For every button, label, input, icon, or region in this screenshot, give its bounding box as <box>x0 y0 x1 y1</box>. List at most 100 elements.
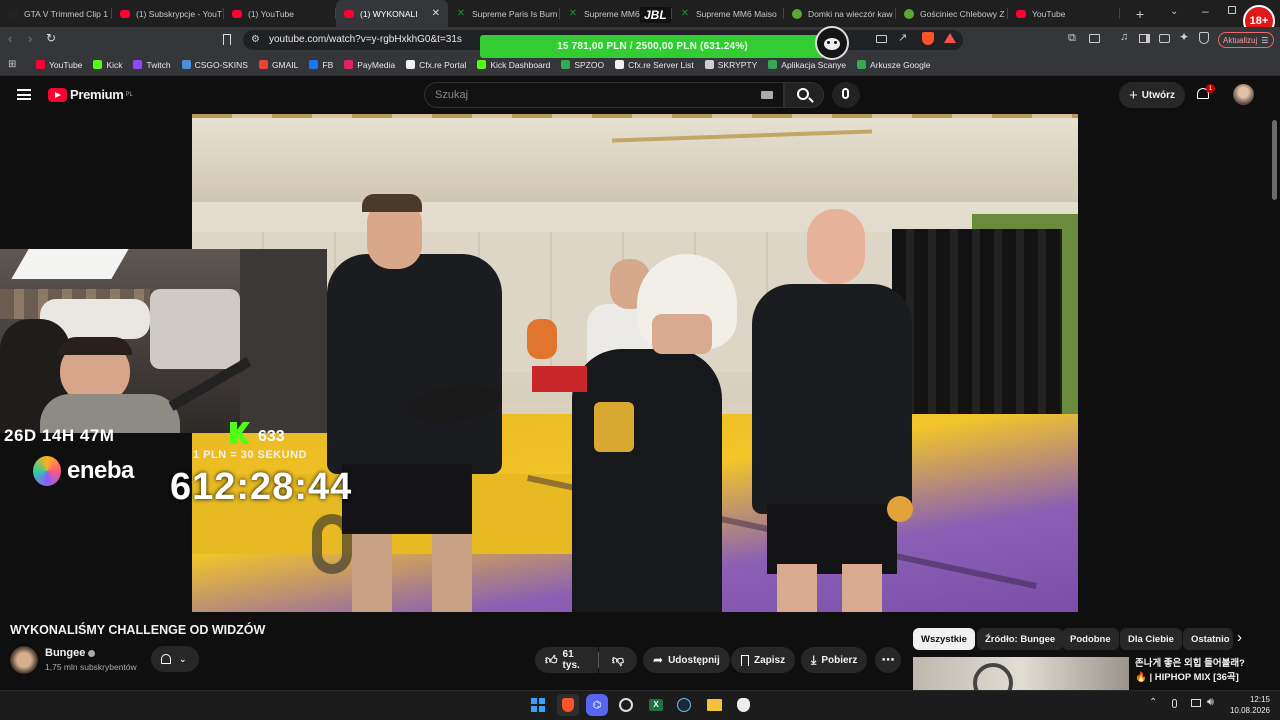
tray-microphone-icon[interactable] <box>1172 699 1177 708</box>
browser-tab[interactable]: (1) Subskrypcje - YouT <box>112 0 224 27</box>
sidebar-icon[interactable] <box>1139 34 1150 43</box>
more-actions-button[interactable]: ⋯ <box>875 647 901 673</box>
share-icon: ➦ <box>653 653 664 667</box>
update-button[interactable]: Aktualizuj ☰ <box>1218 32 1274 48</box>
chips-next-icon[interactable]: › <box>1237 629 1242 646</box>
bookmark-item[interactable]: GMAIL <box>258 60 298 70</box>
bookmark-label: Cfx.re Server List <box>628 59 694 70</box>
youtube-icon <box>1016 9 1026 18</box>
brave-shield-icon[interactable] <box>922 32 934 45</box>
youtube-logo[interactable]: Premium PL <box>48 87 133 102</box>
browser-tab[interactable]: ✕ Supreme MM6 Maiso <box>672 0 784 27</box>
filter-chip[interactable]: Dla Ciebie <box>1120 628 1182 650</box>
sidebar-video-thumbnail[interactable] <box>913 657 1129 690</box>
browser-tab[interactable]: Gościniec Chlebowy Z <box>896 0 1008 27</box>
close-tab-icon[interactable]: ✕ <box>432 8 440 19</box>
bookmark-item[interactable]: SKRYPTY <box>704 60 757 70</box>
tray-expand-icon[interactable]: ⌃ <box>1149 697 1157 708</box>
bookmark-favicon-icon <box>93 60 103 69</box>
bookmark-item[interactable]: Twitch <box>133 60 171 70</box>
filter-chip[interactable]: Wszystkie <box>913 628 975 650</box>
filter-chip[interactable]: Ostatnio <box>1183 628 1233 650</box>
download-icon: ⤓ <box>811 652 817 667</box>
leo-ai-icon[interactable]: ✦ <box>1179 30 1189 44</box>
keyboard-icon[interactable] <box>761 91 773 99</box>
channel-name[interactable]: Bungee <box>45 647 96 659</box>
countdown-timer-days: 26D 14H 47M <box>4 426 115 445</box>
voice-search-button[interactable] <box>832 82 860 108</box>
browser-tab[interactable]: YouTube <box>1008 0 1120 27</box>
dislike-button[interactable]: 👎︎ <box>599 647 637 673</box>
browser-tab[interactable]: (1) YouTube <box>224 0 336 27</box>
sidebar-video-title[interactable]: 존나게 좋은 외힙 들어볼래? 🔥 | HIPHOP MIX [36곡] <box>1135 657 1275 685</box>
bookmark-favicon-icon <box>477 60 487 69</box>
apps-grid-icon[interactable]: ⊞ <box>8 59 16 70</box>
restore-icon[interactable] <box>1228 6 1236 14</box>
bookmark-item[interactable]: PayMedia <box>344 60 395 70</box>
filter-chip[interactable]: Źródło: Bungee <box>977 628 1064 650</box>
bookmark-label: Cfx.re Portal <box>419 59 467 70</box>
extensions-icon[interactable]: ⧉ <box>1068 32 1076 45</box>
menu-icon[interactable] <box>17 89 31 100</box>
browser-tab[interactable]: (1) WYKONALI ✕ <box>336 0 448 27</box>
app-mascot-icon[interactable] <box>732 694 754 716</box>
forward-icon[interactable]: › <box>28 31 32 46</box>
tray-volume-icon[interactable]: 🔊︎ <box>1207 696 1214 709</box>
excel-icon[interactable]: X <box>645 694 667 716</box>
site-info-icon[interactable]: ⚙ <box>251 30 260 50</box>
taskbar-clock[interactable]: 12:15 10.08.2026 <box>1218 694 1270 716</box>
obs-icon[interactable] <box>615 694 637 716</box>
steam-icon[interactable] <box>673 694 695 716</box>
streamer-webcam <box>0 249 327 433</box>
bookmark-item[interactable]: Arkusze Google <box>857 60 931 70</box>
wallet-icon[interactable] <box>1159 34 1170 43</box>
avatar[interactable] <box>1233 84 1254 105</box>
screenshot-icon[interactable] <box>1089 34 1100 43</box>
bookmark-item[interactable]: FB <box>309 60 333 70</box>
tab-label: Gościniec Chlebowy Z <box>920 8 1005 19</box>
channel-avatar[interactable] <box>10 646 38 674</box>
minimize-icon[interactable]: – <box>1202 4 1209 18</box>
subscribed-bell-button[interactable]: ⌄ <box>151 646 199 672</box>
filter-chip[interactable]: Podobne <box>1062 628 1119 650</box>
cast-icon[interactable] <box>876 35 887 43</box>
bookmark-page-icon[interactable] <box>223 34 231 45</box>
search-input[interactable]: Szukaj <box>424 82 784 108</box>
brave-browser-icon[interactable] <box>557 694 579 716</box>
bookmark-item[interactable]: SPZOO <box>561 60 604 70</box>
subscriber-count: 1,75 mln subskrybentów <box>45 662 137 672</box>
bookmark-item[interactable]: CSGO-SKINS <box>181 60 248 70</box>
share-page-icon[interactable]: ↗ <box>898 31 907 44</box>
media-icon[interactable]: ♫ <box>1120 31 1128 43</box>
reload-icon[interactable]: ↻ <box>46 31 56 45</box>
eneba-icon <box>33 456 61 486</box>
notifications-button[interactable]: 1 <box>1197 84 1215 102</box>
bookmark-favicon-icon <box>181 60 191 69</box>
bookmark-item[interactable]: Cfx.re Server List <box>615 60 694 70</box>
bookmark-item[interactable]: Cfx.re Portal <box>406 60 466 70</box>
bell-icon <box>161 654 171 664</box>
like-button[interactable]: 👍︎ 61 tys. <box>535 647 598 673</box>
page-scrollbar[interactable] <box>1272 120 1277 200</box>
bookmark-item[interactable]: YouTube <box>36 60 82 70</box>
new-tab-button[interactable]: + <box>1130 6 1150 22</box>
bookmark-item[interactable]: Kick <box>93 60 122 70</box>
browser-tab[interactable]: ✕ Supreme Paris Is Burn <box>448 0 560 27</box>
discord-icon[interactable]: ⌬ <box>586 694 608 716</box>
search-button[interactable] <box>784 82 824 108</box>
bookmark-item[interactable]: Aplikacja Scanye <box>768 60 846 70</box>
download-button[interactable]: ⤓ Pobierz <box>801 647 868 673</box>
windows-start-icon[interactable] <box>527 694 549 716</box>
browser-tab[interactable]: GTA V Trimmed Clip 1 <box>0 0 112 27</box>
bookmark-item[interactable]: Kick Dashboard <box>477 60 550 70</box>
browser-tab[interactable]: Domki na wieczór kaw <box>784 0 896 27</box>
file-explorer-icon[interactable] <box>703 694 725 716</box>
tab-search-icon[interactable]: ⌄ <box>1170 6 1178 17</box>
share-button[interactable]: ➦ Udostępnij <box>643 647 730 673</box>
create-button[interactable]: + Utwórz <box>1119 82 1185 108</box>
save-button[interactable]: Zapisz <box>731 647 796 673</box>
tray-monitor-icon[interactable] <box>1191 699 1201 707</box>
vpn-icon[interactable] <box>1199 32 1209 44</box>
brave-rewards-icon[interactable] <box>944 33 956 43</box>
back-icon[interactable]: ‹ <box>8 31 12 46</box>
